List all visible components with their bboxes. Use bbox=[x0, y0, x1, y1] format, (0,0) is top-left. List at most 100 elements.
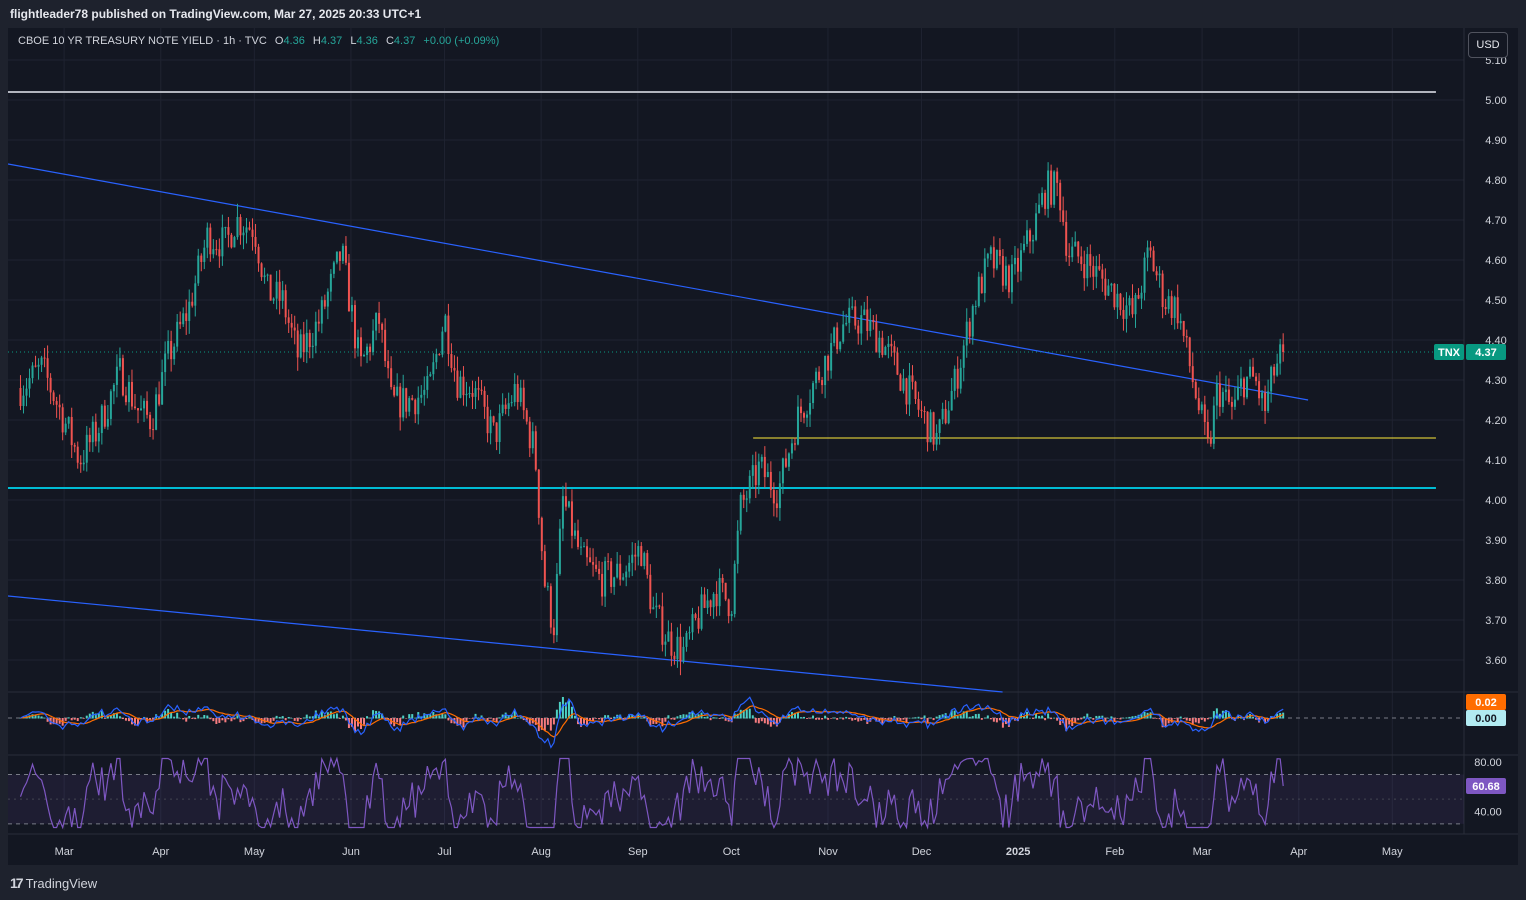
candle-224 bbox=[694, 612, 697, 621]
candle-body-297 bbox=[914, 381, 917, 399]
candle-191 bbox=[595, 556, 598, 572]
macd-hist-103 bbox=[329, 711, 332, 719]
candle-70 bbox=[230, 232, 233, 249]
candle-body-87 bbox=[281, 290, 284, 301]
candle-body-188 bbox=[586, 546, 589, 558]
macd-hist-141 bbox=[444, 714, 447, 719]
candle-body-227 bbox=[703, 594, 706, 608]
candle-344 bbox=[1056, 167, 1059, 197]
tradingview-logo[interactable]: 17 TradingView bbox=[10, 875, 97, 891]
candle-200 bbox=[622, 573, 625, 581]
candle-308 bbox=[947, 401, 950, 425]
candle-284 bbox=[875, 314, 878, 353]
candle-202 bbox=[628, 555, 631, 578]
candle-139 bbox=[438, 353, 441, 356]
y-tick-label-4: 4.70 bbox=[1485, 215, 1506, 227]
candle-372 bbox=[1140, 285, 1143, 310]
candle-234 bbox=[724, 582, 727, 602]
candle-364 bbox=[1116, 283, 1119, 319]
macd-hist-196 bbox=[610, 718, 613, 719]
macd-hist-228 bbox=[706, 716, 709, 719]
macd-hist-129 bbox=[408, 714, 411, 719]
symbol-legend[interactable]: CBOE 10 YR TREASURY NOTE YIELD · 1h · TV… bbox=[18, 35, 499, 47]
macd-hist-165 bbox=[516, 717, 519, 719]
drawn-lines bbox=[7, 91, 1464, 693]
candle-404 bbox=[1236, 375, 1239, 401]
candle-body-313 bbox=[962, 345, 965, 368]
candle-197 bbox=[613, 576, 616, 595]
candle-12 bbox=[55, 396, 58, 418]
candle-body-363 bbox=[1113, 283, 1116, 308]
chart-svg[interactable]: 5.105.004.904.804.704.604.504.404.304.20… bbox=[7, 28, 1518, 865]
macd-hist-245 bbox=[757, 718, 760, 724]
candle-body-64 bbox=[212, 249, 215, 255]
candle-body-177 bbox=[552, 627, 555, 636]
candle-body-282 bbox=[869, 320, 872, 332]
candle-263 bbox=[812, 380, 815, 409]
macd-hist-67 bbox=[221, 718, 224, 721]
candle-body-141 bbox=[444, 315, 447, 332]
high-label: H bbox=[312, 35, 321, 47]
candle-body-315 bbox=[968, 321, 971, 337]
candle-body-78 bbox=[254, 236, 257, 247]
candle-body-186 bbox=[580, 546, 583, 548]
candle-body-205 bbox=[637, 546, 640, 557]
candle-302 bbox=[929, 409, 932, 443]
macd-hist-340 bbox=[1044, 718, 1047, 721]
candle-body-211 bbox=[655, 605, 658, 608]
candle-323 bbox=[992, 236, 995, 278]
candle-134 bbox=[423, 376, 426, 406]
candle-168 bbox=[525, 407, 528, 425]
macd-hist-85 bbox=[275, 715, 278, 719]
candle-187 bbox=[583, 541, 586, 548]
candle-347 bbox=[1065, 210, 1068, 262]
candle-389 bbox=[1191, 352, 1194, 389]
candle-144 bbox=[453, 355, 456, 382]
macd-hist-295 bbox=[908, 717, 911, 719]
macd-hist-339 bbox=[1041, 715, 1044, 719]
candle-378 bbox=[1158, 266, 1161, 288]
candle-203 bbox=[631, 542, 634, 577]
candle-body-243 bbox=[751, 465, 754, 476]
candle-body-167 bbox=[522, 387, 525, 411]
chart-area[interactable]: 5.10 5.00 4.90 4.80 4.70 4.60 4.50 4.40 4.30 4.20… bbox=[7, 28, 1518, 865]
symbol-title[interactable]: CBOE 10 YR TREASURY NOTE YIELD · 1h · TV… bbox=[18, 35, 267, 47]
candle-141 bbox=[444, 313, 447, 333]
macd-hist-213 bbox=[661, 718, 664, 727]
candle-body-269 bbox=[830, 342, 833, 371]
candle-body-301 bbox=[926, 411, 929, 443]
macd-hist-65 bbox=[215, 718, 218, 724]
candle-body-8 bbox=[43, 357, 46, 359]
candle-body-110 bbox=[350, 305, 353, 312]
candle-272 bbox=[839, 341, 842, 352]
macd-hist-159 bbox=[498, 717, 501, 719]
candle-401 bbox=[1227, 378, 1230, 405]
candle-77 bbox=[251, 218, 254, 251]
candle-415 bbox=[1270, 365, 1273, 403]
macd-hist-128 bbox=[405, 718, 408, 719]
candle-405 bbox=[1239, 366, 1242, 397]
candle-body-113 bbox=[360, 337, 363, 357]
candle-body-300 bbox=[923, 410, 926, 412]
candle-body-277 bbox=[854, 306, 857, 326]
macd-hist-269 bbox=[830, 718, 833, 719]
candle-body-137 bbox=[432, 362, 435, 375]
macd-hist-183 bbox=[570, 706, 573, 719]
y-tick-label-1: 5.00 bbox=[1485, 95, 1506, 107]
candle-body-231 bbox=[715, 593, 718, 607]
publisher-text: flightleader78 published on TradingView.… bbox=[10, 7, 422, 21]
macd-hist-191 bbox=[595, 718, 598, 719]
candle-71 bbox=[233, 235, 236, 248]
macd-hist-48 bbox=[164, 710, 167, 719]
candle-body-307 bbox=[944, 408, 947, 424]
macd-hist-178 bbox=[555, 709, 558, 719]
currency-button[interactable]: USD bbox=[1468, 32, 1508, 58]
candle-185 bbox=[576, 519, 579, 550]
macd-hist-369 bbox=[1131, 716, 1134, 719]
candle-46 bbox=[158, 381, 161, 407]
candle-393 bbox=[1203, 395, 1206, 436]
macd-hist-50 bbox=[170, 712, 173, 719]
macd-hist-323 bbox=[992, 718, 995, 722]
candle-body-181 bbox=[564, 496, 567, 507]
candle-body-6 bbox=[37, 364, 40, 367]
